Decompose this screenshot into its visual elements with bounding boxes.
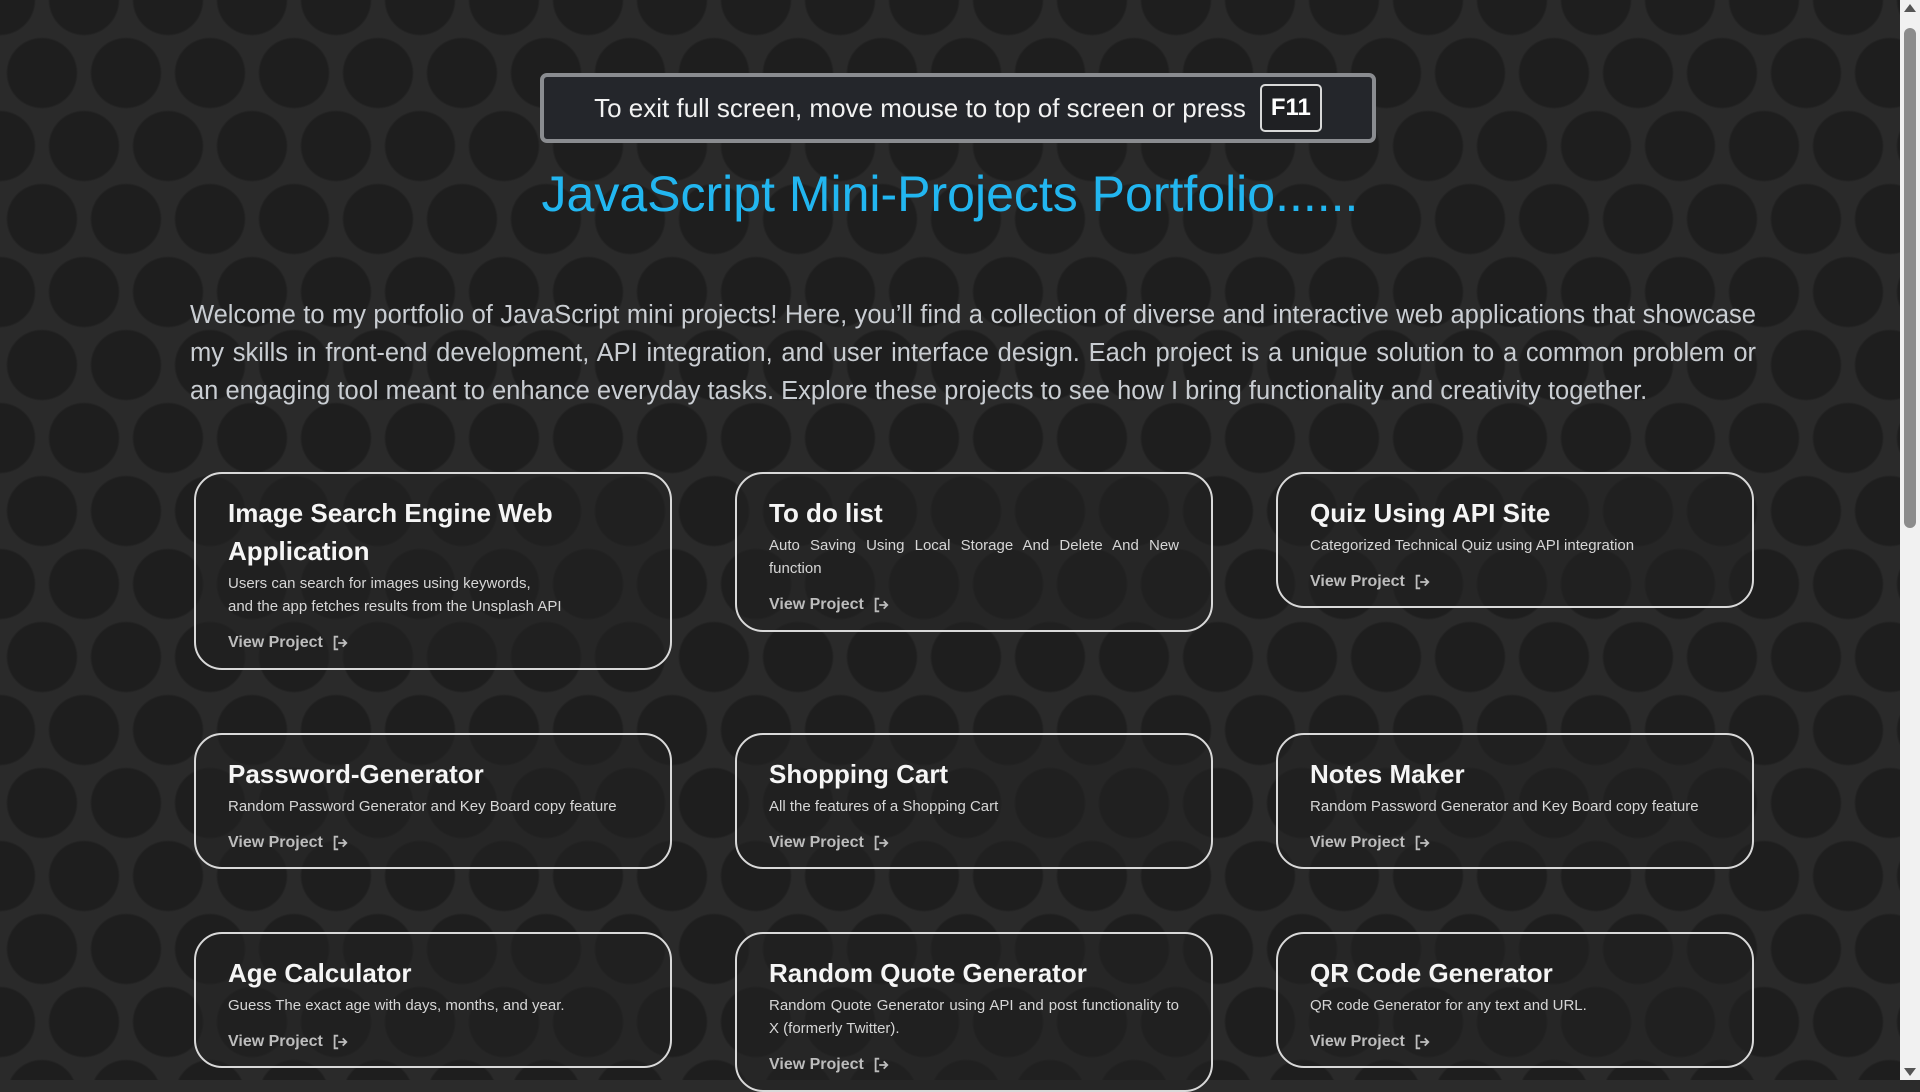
project-card-age-calculator: Age Calculator Guess The exact age with … — [194, 932, 672, 1068]
project-card-quiz: Quiz Using API Site Categorized Technica… — [1276, 472, 1754, 608]
project-description: Random Password Generator and Key Board … — [228, 798, 617, 815]
project-card-password-generator: Password-Generator Random Password Gener… — [194, 733, 672, 869]
vertical-scrollbar[interactable] — [1900, 0, 1920, 1080]
view-project-link[interactable]: View Project — [228, 1033, 349, 1051]
view-project-label: View Project — [1310, 1033, 1405, 1050]
view-project-label: View Project — [228, 1033, 323, 1050]
project-description: Auto Saving Using Local Storage And Dele… — [769, 537, 1179, 577]
project-title: Notes Maker — [1310, 759, 1465, 789]
project-description: All the features of a Shopping Cart — [769, 798, 999, 815]
view-project-label: View Project — [228, 834, 323, 851]
scrollbar-thumb[interactable] — [1904, 28, 1916, 528]
view-project-label: View Project — [1310, 573, 1405, 590]
project-card-random-quote: Random Quote Generator Random Quote Gene… — [735, 932, 1213, 1092]
view-project-link[interactable]: View Project — [1310, 573, 1431, 591]
project-card-image-search: Image Search Engine Web Application User… — [194, 472, 672, 670]
project-title: Shopping Cart — [769, 759, 949, 789]
external-link-icon — [874, 1057, 889, 1073]
project-description-line: Users can search for images using keywor… — [228, 575, 531, 592]
external-link-icon — [333, 635, 348, 651]
external-link-icon — [333, 835, 348, 851]
project-card-shopping-cart: Shopping Cart All the features of a Shop… — [735, 733, 1213, 869]
view-project-link[interactable]: View Project — [769, 834, 890, 852]
project-description: Random Quote Generator using API and pos… — [769, 997, 1179, 1037]
project-description: QR code Generator for any text and URL. — [1310, 997, 1587, 1014]
project-card-qr-code: QR Code Generator QR code Generator for … — [1276, 932, 1754, 1068]
project-title: QR Code Generator — [1310, 958, 1553, 988]
view-project-label: View Project — [1310, 834, 1405, 851]
project-description: Categorized Technical Quiz using API int… — [1310, 537, 1635, 554]
project-title: Age Calculator — [228, 958, 412, 988]
view-project-label: View Project — [769, 1056, 864, 1073]
scroll-down-arrow-icon[interactable] — [1904, 1068, 1916, 1076]
view-project-link[interactable]: View Project — [1310, 1033, 1431, 1051]
page-title: JavaScript Mini-Projects Portfolio...... — [541, 166, 1359, 222]
external-link-icon — [874, 835, 889, 851]
project-title: Quiz Using API Site — [1310, 498, 1551, 528]
portfolio-page: To exit full screen, move mouse to top o… — [0, 0, 1900, 1092]
project-card-todo: To do list Auto Saving Using Local Stora… — [735, 472, 1213, 632]
view-project-link[interactable]: View Project — [769, 596, 890, 614]
view-project-label: View Project — [769, 834, 864, 851]
project-title: Image Search Engine Web Application — [228, 498, 553, 566]
project-description: Guess The exact age with days, months, a… — [228, 997, 565, 1014]
view-project-link[interactable]: View Project — [1310, 834, 1431, 852]
external-link-icon — [1415, 574, 1430, 590]
external-link-icon — [1415, 835, 1430, 851]
external-link-icon — [333, 1034, 348, 1050]
scroll-up-arrow-icon[interactable] — [1904, 4, 1916, 12]
external-link-icon — [1415, 1034, 1430, 1050]
project-card-notes-maker: Notes Maker Random Password Generator an… — [1276, 733, 1754, 869]
view-project-label: View Project — [769, 596, 864, 613]
view-project-label: View Project — [228, 634, 323, 651]
project-description: Random Password Generator and Key Board … — [1310, 798, 1699, 815]
f11-key-badge: F11 — [1259, 84, 1322, 132]
fullscreen-notice-text: To exit full screen, move mouse to top o… — [594, 92, 1246, 123]
view-project-link[interactable]: View Project — [769, 1056, 890, 1074]
external-link-icon — [874, 597, 889, 613]
view-project-link[interactable]: View Project — [228, 834, 349, 852]
project-title: To do list — [769, 498, 883, 528]
project-title: Random Quote Generator — [769, 958, 1087, 988]
intro-paragraph: Welcome to my portfolio of JavaScript mi… — [190, 301, 1756, 405]
view-project-link[interactable]: View Project — [228, 634, 349, 652]
project-title: Password-Generator — [228, 759, 484, 789]
project-description: Users can search for images using keywor… — [228, 572, 638, 618]
project-description-line: and the app fetches results from the Uns… — [228, 598, 562, 615]
fullscreen-exit-notice: To exit full screen, move mouse to top o… — [540, 73, 1376, 143]
